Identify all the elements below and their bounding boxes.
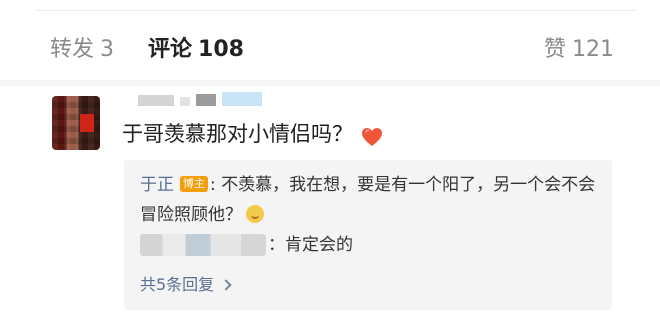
reply-text: ：肯定会的: [268, 235, 353, 255]
reply-separator: :: [210, 175, 216, 195]
blurred-username[interactable]: [138, 92, 266, 108]
comment-text: 于哥羡慕那对小情侣吗？: [122, 122, 353, 146]
blurred-reply-author[interactable]: [140, 234, 266, 256]
comment-tab[interactable]: 评论 108: [148, 30, 244, 70]
more-replies-label: 共5条回复: [140, 275, 215, 294]
reply-item[interactable]: 于正 博主: 不羡慕，我在想，要是有一个阳了，另一个会不会冒险照顾他？: [140, 170, 600, 230]
avatar-accent: [80, 114, 94, 132]
red-heart-icon: [361, 124, 383, 146]
forward-tab[interactable]: 转发 3: [50, 30, 114, 70]
comment-count: 108: [198, 37, 244, 62]
forward-count: 3: [100, 37, 115, 62]
more-replies-link[interactable]: 共5条回复: [140, 270, 232, 300]
top-divider: [36, 10, 636, 11]
like-label: 赞: [543, 37, 566, 62]
chevron-right-icon: [220, 279, 232, 291]
section-divider: [0, 80, 660, 86]
author-badge: 博主: [180, 176, 208, 192]
comment-body: 于哥羡慕那对小情侣吗？: [122, 118, 383, 150]
like-count: 121: [572, 37, 614, 62]
reply-item[interactable]: ：肯定会的: [140, 230, 600, 260]
avatar[interactable]: [52, 96, 100, 150]
stats-tab-bar: 转发 3 评论 108 赞 121: [0, 30, 660, 70]
reply-author[interactable]: 于正: [140, 175, 174, 195]
replies-box: 于正 博主: 不羡慕，我在想，要是有一个阳了，另一个会不会冒险照顾他？ ：肯定会的…: [124, 160, 612, 310]
like-tab[interactable]: 赞 121: [544, 30, 614, 70]
blur-block: [222, 92, 262, 106]
forward-label: 转发: [50, 37, 95, 62]
comment-label: 评论: [148, 37, 193, 62]
blur-block: [196, 94, 216, 106]
reply-text: 不羡慕，我在想，要是有一个阳了，另一个会不会冒险照顾他？: [140, 175, 596, 225]
blur-block: [180, 97, 190, 106]
thinking-face-icon: [246, 205, 264, 223]
blur-block: [138, 95, 174, 106]
